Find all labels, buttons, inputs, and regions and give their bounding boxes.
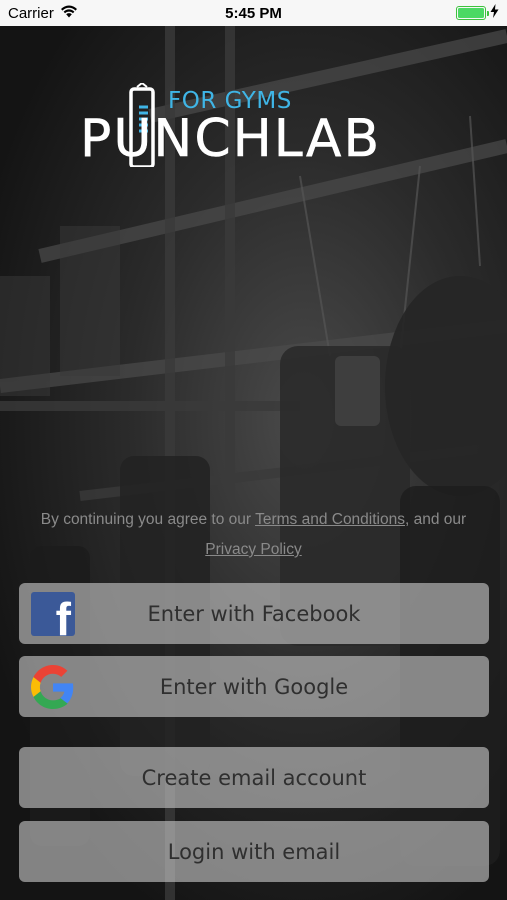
battery-icon — [456, 6, 489, 20]
app-logo: FOR GYMS PUNCHLAB — [0, 83, 507, 173]
google-icon — [31, 665, 75, 709]
status-left: Carrier — [8, 5, 78, 22]
google-button-label: Enter with Google — [159, 674, 349, 699]
login-with-email-button[interactable]: Login with email — [19, 821, 489, 882]
status-right — [456, 4, 499, 22]
terms-link[interactable]: Terms and Conditions — [255, 511, 405, 528]
google-login-button[interactable]: Enter with Google — [19, 656, 489, 717]
create-email-button-label: Create email account — [141, 765, 367, 790]
battery-fill — [458, 8, 484, 18]
privacy-link[interactable]: Privacy Policy — [205, 541, 301, 558]
charging-icon — [490, 4, 499, 22]
terms-middle: , and our — [405, 511, 467, 528]
carrier-label: Carrier — [8, 4, 54, 22]
create-email-account-button[interactable]: Create email account — [19, 747, 489, 808]
facebook-login-button[interactable]: f Enter with Facebook — [19, 583, 489, 644]
wifi-icon — [60, 5, 78, 22]
terms-notice: By continuing you agree to our Terms and… — [20, 505, 487, 565]
login-email-button-label: Login with email — [167, 839, 341, 864]
facebook-button-label: Enter with Facebook — [147, 601, 361, 626]
logo-title: PUNCHLAB — [80, 109, 382, 169]
status-bar: Carrier 5:45 PM — [0, 0, 507, 26]
facebook-icon: f — [31, 592, 75, 636]
terms-prefix: By continuing you agree to our — [40, 511, 256, 528]
